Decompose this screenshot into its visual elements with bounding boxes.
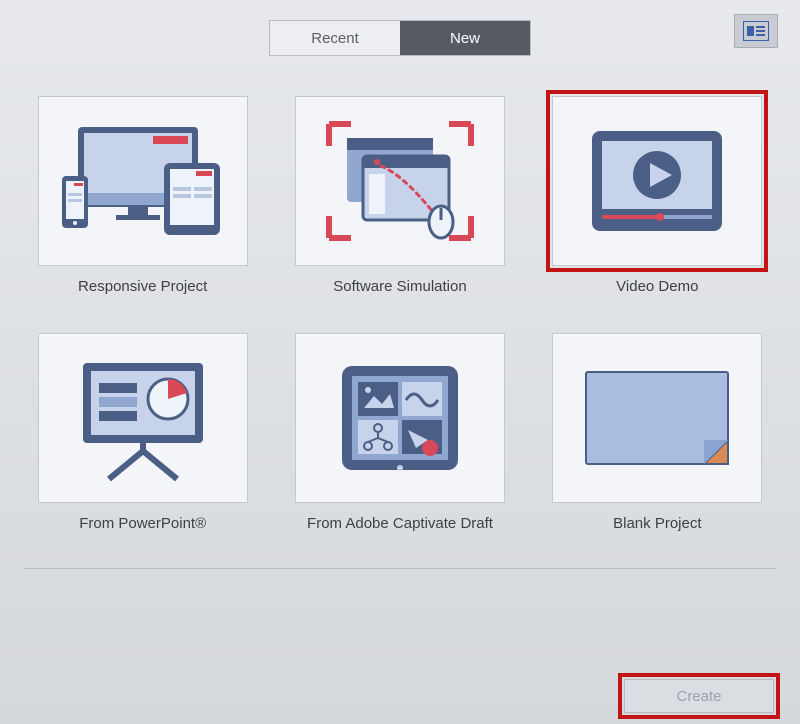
card-label: Blank Project xyxy=(613,515,701,532)
card-label: From PowerPoint® xyxy=(79,515,206,532)
card-software-simulation: Software Simulation xyxy=(293,96,506,295)
section-divider xyxy=(24,568,776,569)
card-blank-project: Blank Project xyxy=(551,333,764,532)
tile-responsive-project[interactable] xyxy=(38,96,248,266)
tile-blank-project[interactable] xyxy=(552,333,762,503)
list-view-icon xyxy=(743,21,769,41)
card-from-captivate-draft: From Adobe Captivate Draft xyxy=(293,333,506,532)
project-type-grid: Responsive Project xyxy=(0,60,800,532)
card-label: Software Simulation xyxy=(333,278,466,295)
responsive-devices-icon xyxy=(58,121,228,241)
tile-from-captivate-draft[interactable] xyxy=(295,333,505,503)
view-toggle-button[interactable] xyxy=(734,14,778,48)
tile-software-simulation[interactable] xyxy=(295,96,505,266)
create-button[interactable]: Create xyxy=(624,679,774,713)
card-video-demo: Video Demo xyxy=(551,96,764,295)
tab-recent[interactable]: Recent xyxy=(270,21,400,55)
blank-page-icon xyxy=(572,358,742,478)
card-label: Video Demo xyxy=(616,278,698,295)
tile-from-powerpoint[interactable] xyxy=(38,333,248,503)
presentation-board-icon xyxy=(63,353,223,483)
screen-capture-icon xyxy=(315,116,485,246)
top-bar: Recent New xyxy=(0,0,800,60)
tab-new[interactable]: New xyxy=(400,21,530,55)
tab-group: Recent New xyxy=(269,20,531,56)
tile-video-demo[interactable] xyxy=(552,96,762,266)
card-label: From Adobe Captivate Draft xyxy=(307,515,493,532)
video-player-icon xyxy=(582,121,732,241)
footer-bar: Create xyxy=(0,668,800,724)
card-label: Responsive Project xyxy=(78,278,207,295)
card-from-powerpoint: From PowerPoint® xyxy=(36,333,249,532)
card-responsive-project: Responsive Project xyxy=(36,96,249,295)
draft-tablet-icon xyxy=(320,358,480,478)
